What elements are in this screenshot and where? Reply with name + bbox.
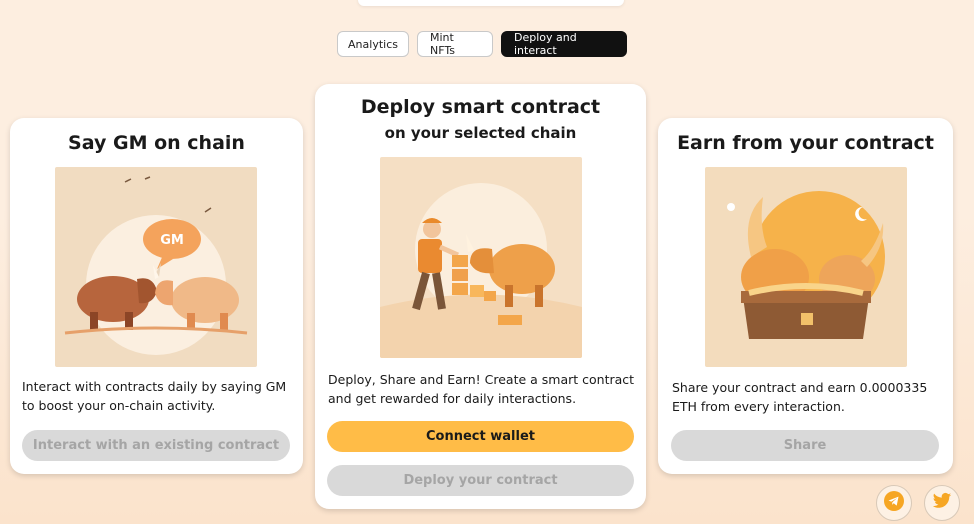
deploy-contract-card: Deploy smart contract on your selected c…: [315, 84, 646, 509]
say-gm-card: Say GM on chain GM Interact with contrac…: [10, 118, 303, 474]
card-description: Share your contract and earn 0.0000335 E…: [672, 380, 928, 414]
gm-rhinos-illustration: GM: [55, 167, 257, 367]
interact-existing-contract-button[interactable]: Interact with an existing contract: [22, 430, 290, 461]
gm-bubble-text: GM: [160, 233, 184, 248]
top-panel-edge: [358, 0, 624, 6]
telegram-button[interactable]: [876, 485, 912, 521]
twitter-icon: [932, 492, 952, 514]
twitter-button[interactable]: [924, 485, 960, 521]
tab-deploy-and-interact[interactable]: Deploy and interact: [501, 31, 627, 57]
tab-mint-nfts[interactable]: Mint NFTs: [417, 31, 493, 57]
connect-wallet-button[interactable]: Connect wallet: [327, 421, 634, 452]
deploy-your-contract-button[interactable]: Deploy your contract: [327, 465, 634, 496]
tab-bar: Analytics Mint NFTs Deploy and interact: [337, 31, 627, 57]
card-title: Deploy smart contract: [360, 96, 601, 118]
card-subtitle: on your selected chain: [384, 124, 577, 142]
earn-card: Earn from your contract Share your contr…: [658, 118, 953, 474]
deploy-illustration: [380, 157, 582, 358]
card-title: Say GM on chain: [68, 132, 245, 154]
telegram-icon: [884, 491, 904, 515]
card-description: Deploy, Share and Earn! Create a smart c…: [328, 372, 635, 406]
treasure-rhinos-illustration: [705, 167, 907, 367]
card-description: Interact with contracts daily by saying …: [22, 379, 287, 413]
card-title: Earn from your contract: [677, 132, 934, 154]
tab-analytics[interactable]: Analytics: [337, 31, 409, 57]
share-button[interactable]: Share: [671, 430, 939, 461]
